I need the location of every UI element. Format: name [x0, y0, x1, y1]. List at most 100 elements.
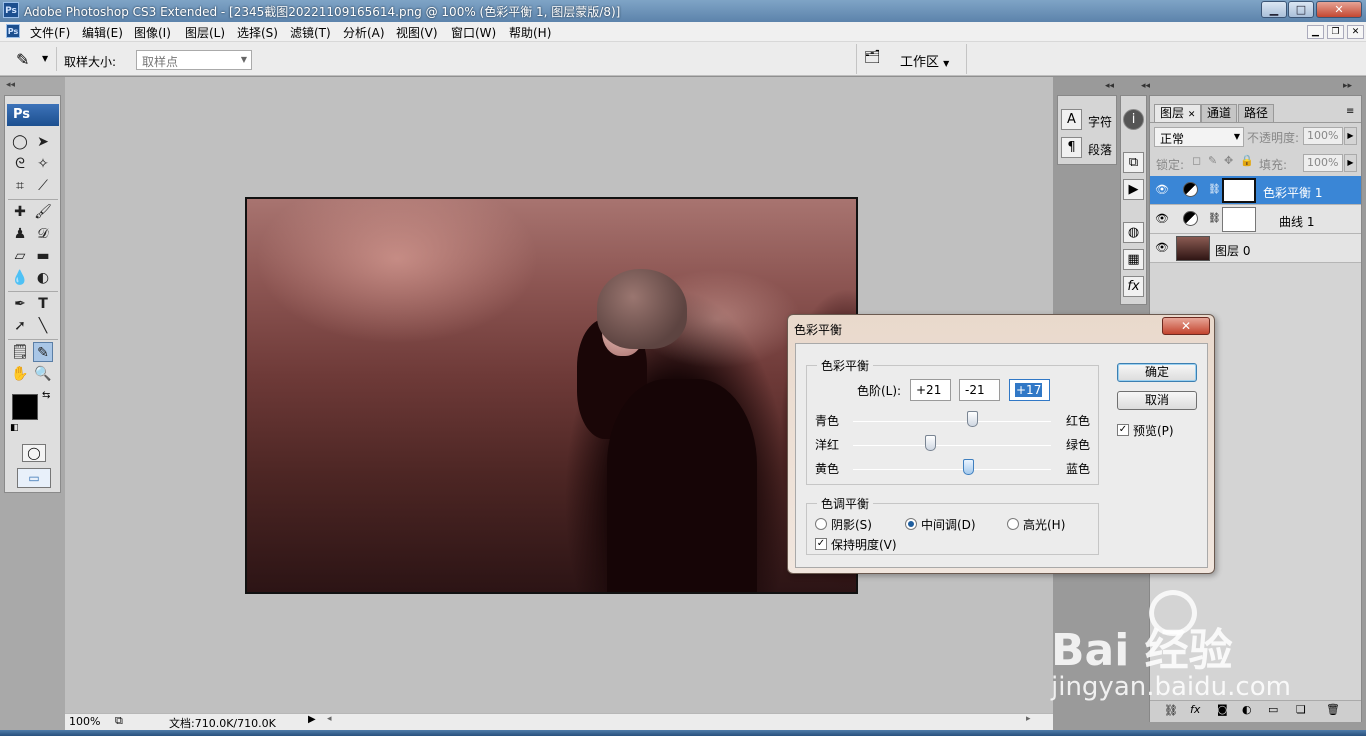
notes-icon[interactable]: 🗒 — [10, 342, 30, 362]
doc-close-button[interactable]: ✕ — [1347, 25, 1364, 39]
styles-icon[interactable]: fx — [1123, 276, 1144, 297]
menu-help[interactable]: 帮助(H) — [509, 24, 551, 41]
actions-icon[interactable]: ▶ — [1123, 179, 1144, 200]
clone-stamp-icon[interactable]: ♟ — [10, 224, 30, 244]
line-icon[interactable]: ╲ — [33, 316, 53, 336]
menu-analysis[interactable]: 分析(A) — [343, 24, 385, 41]
lock-position-icon[interactable]: ✥ — [1224, 154, 1233, 167]
magic-wand-icon[interactable]: ✧ — [33, 154, 53, 174]
character-label[interactable]: 字符 — [1088, 113, 1112, 130]
preview-label[interactable]: 预览(P) — [1133, 422, 1174, 439]
menu-view[interactable]: 视图(V) — [396, 24, 438, 41]
pen-icon[interactable]: ✒ — [10, 294, 30, 314]
blur-icon[interactable]: 💧 — [10, 268, 30, 288]
cancel-button[interactable]: 取消 — [1117, 391, 1197, 410]
menu-edit[interactable]: 编辑(E) — [82, 24, 123, 41]
menu-image[interactable]: 图像(I) — [134, 24, 171, 41]
lock-all-icon[interactable]: 🔒 — [1240, 154, 1254, 167]
level-magenta-green-input[interactable]: -21 — [959, 379, 1000, 401]
scroll-left-icon[interactable]: ◂ — [327, 714, 332, 724]
highlights-label[interactable]: 高光(H) — [1023, 516, 1065, 533]
tab-paths[interactable]: 路径 — [1238, 104, 1275, 122]
zoom-level[interactable]: 100% — [69, 715, 100, 728]
layer-thumbnail[interactable] — [1176, 236, 1210, 261]
path-select-icon[interactable]: ➚ — [10, 316, 30, 336]
preserve-luminosity-checkbox[interactable]: ✓ — [815, 538, 827, 550]
eyedropper-tool-icon[interactable]: ✎ — [33, 342, 53, 362]
menu-file[interactable]: 文件(F) — [30, 24, 70, 41]
paragraph-label[interactable]: 段落 — [1088, 141, 1112, 158]
paragraph-icon[interactable]: ¶ — [1061, 137, 1082, 158]
sample-size-select[interactable]: 取样点 ▼ — [136, 50, 252, 70]
menu-filter[interactable]: 滤镜(T) — [290, 24, 331, 41]
layer-mask-thumbnail[interactable] — [1222, 178, 1256, 203]
move-icon[interactable]: ➤ — [33, 132, 53, 152]
yellow-blue-slider-thumb[interactable] — [963, 459, 974, 475]
blend-mode-select[interactable]: 正常 ▼ — [1154, 127, 1244, 147]
highlights-radio[interactable] — [1007, 518, 1019, 530]
bridge-icon[interactable]: 🗂 — [864, 50, 886, 68]
history-brush-icon[interactable]: 𝒟 — [33, 224, 53, 244]
gradient-icon[interactable]: ▬ — [33, 246, 53, 266]
eraser-icon[interactable]: ▱ — [10, 246, 30, 266]
foreground-color-swatch[interactable] — [12, 394, 38, 420]
midtones-label[interactable]: 中间调(D) — [921, 516, 976, 533]
link-icon[interactable]: ⛓ — [1208, 184, 1221, 195]
swatches-icon[interactable]: ▦ — [1123, 249, 1144, 270]
minimize-button[interactable]: ▁ — [1261, 1, 1287, 18]
link-icon[interactable]: ⛓ — [1208, 213, 1221, 224]
layer-name[interactable]: 色彩平衡 1 — [1263, 184, 1322, 201]
scroll-right-icon[interactable]: ▸ — [1026, 714, 1031, 724]
healing-brush-icon[interactable]: ✚ — [10, 202, 30, 222]
default-colors-icon[interactable]: ◧ — [10, 423, 19, 433]
type-icon[interactable]: T — [33, 294, 53, 314]
doc-minimize-button[interactable]: ▁ — [1307, 25, 1324, 39]
magenta-green-slider-thumb[interactable] — [925, 435, 936, 451]
chevron-down-icon[interactable]: ▼ — [42, 54, 48, 63]
cyan-red-slider-thumb[interactable] — [967, 411, 978, 427]
opacity-input[interactable]: 100% — [1303, 127, 1343, 145]
shadows-radio[interactable] — [815, 518, 827, 530]
doc-icon[interactable]: Ps — [6, 24, 20, 38]
slider-track[interactable] — [853, 421, 1051, 422]
slider-track[interactable] — [853, 445, 1051, 446]
tab-layers[interactable]: 图层 ✕ — [1154, 104, 1202, 122]
lock-transparent-icon[interactable]: ◻ — [1192, 154, 1201, 167]
midtones-radio[interactable] — [905, 518, 917, 530]
history-icon[interactable]: ⧉ — [1123, 152, 1144, 173]
layer-row-curves[interactable]: 👁 ⛓ 曲线 1 — [1150, 205, 1361, 234]
layer-name[interactable]: 图层 0 — [1215, 242, 1250, 259]
eye-icon[interactable]: 👁 — [1155, 241, 1169, 255]
slice-icon[interactable]: ⟋ — [33, 176, 53, 196]
preserve-luminosity-label[interactable]: 保持明度(V) — [831, 536, 897, 553]
close-button[interactable]: ✕ — [1316, 1, 1362, 18]
marquee-icon[interactable]: ◯ — [10, 132, 30, 152]
layer-row-color-balance[interactable]: 👁 ⛓ 色彩平衡 1 — [1150, 176, 1361, 205]
level-yellow-blue-input[interactable]: +17 — [1009, 379, 1050, 401]
dodge-icon[interactable]: ◐ — [33, 268, 53, 288]
brush-icon[interactable]: 🖌 — [33, 202, 53, 222]
eye-icon[interactable]: 👁 — [1155, 183, 1169, 197]
hand-icon[interactable]: ✋ — [10, 364, 30, 384]
collapse-icon[interactable]: ◂◂ — [1105, 81, 1114, 91]
lasso-icon[interactable]: ᘓ — [10, 154, 30, 174]
menu-select[interactable]: 选择(S) — [237, 24, 278, 41]
status-menu-arrow-icon[interactable]: ▶ — [308, 714, 316, 725]
character-icon[interactable]: A — [1061, 109, 1082, 130]
ok-button[interactable]: 确定 — [1117, 363, 1197, 382]
collapse-icon[interactable]: ◂◂ — [1141, 81, 1150, 91]
maximize-button[interactable]: □ — [1288, 1, 1314, 18]
lock-image-icon[interactable]: ✎ — [1208, 154, 1217, 167]
quick-mask-icon[interactable]: ◯ — [22, 444, 46, 462]
shadows-label[interactable]: 阴影(S) — [831, 516, 872, 533]
status-icon[interactable]: ⧉ — [115, 714, 123, 728]
menu-layer[interactable]: 图层(L) — [185, 24, 225, 41]
workspace-button[interactable]: 工作区 ▼ — [900, 51, 949, 70]
tab-channels[interactable]: 通道 — [1201, 104, 1238, 122]
expand-icon[interactable]: ▸▸ — [1343, 81, 1352, 91]
menu-window[interactable]: 窗口(W) — [451, 24, 496, 41]
screen-mode-icon[interactable]: ▭ — [17, 468, 51, 488]
zoom-icon[interactable]: 🔍 — [33, 364, 53, 384]
color-icon[interactable]: ◍ — [1123, 222, 1144, 243]
chevron-right-icon[interactable]: ▶ — [1344, 127, 1357, 145]
